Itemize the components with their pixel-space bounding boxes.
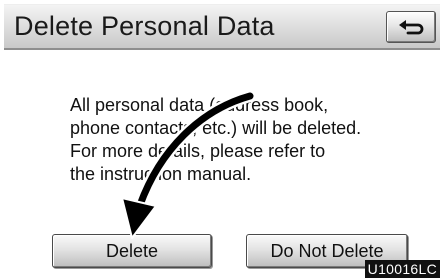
figure-code-label: U10016LC xyxy=(364,260,440,278)
delete-button[interactable]: Delete xyxy=(52,234,212,268)
delete-personal-data-screen: Delete Personal Data All personal data (… xyxy=(0,0,444,280)
button-row: Delete Do Not Delete xyxy=(0,0,444,268)
